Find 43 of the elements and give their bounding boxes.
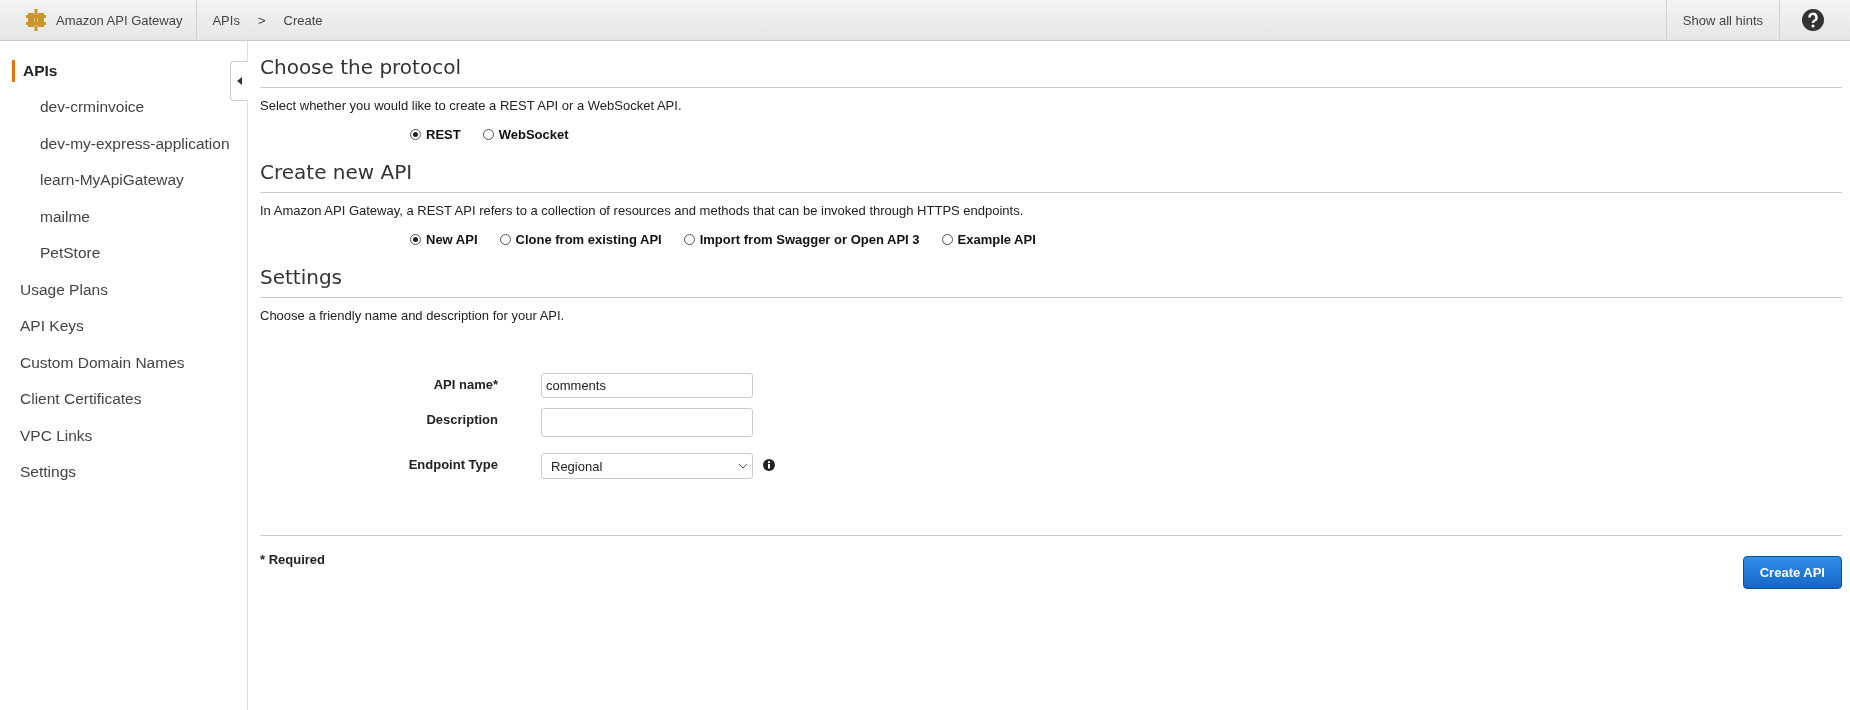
field-label: Endpoint Type bbox=[407, 456, 499, 472]
gateway-logo-icon bbox=[26, 9, 46, 31]
sidebar-item[interactable]: learn-MyApiGateway bbox=[0, 162, 247, 199]
sidebar-item[interactable]: Settings bbox=[0, 454, 247, 491]
section-heading: Settings bbox=[260, 261, 1842, 298]
endpoint-select[interactable]: Regional bbox=[541, 453, 753, 479]
chevron-down-icon bbox=[738, 463, 748, 469]
breadcrumb: > bbox=[257, 12, 266, 28]
radio-option[interactable]: Example API bbox=[941, 232, 1036, 247]
section-description: In Amazon API Gateway, a REST API refers to a collection of resources and methods that can be invoked through HTTPS endpoints. bbox=[260, 203, 1025, 218]
section-heading: Choose the protocol bbox=[260, 51, 1842, 88]
input-field[interactable] bbox=[541, 408, 753, 437]
radio-option[interactable]: REST bbox=[410, 127, 461, 142]
sidebar-item[interactable]: dev-crminvoice bbox=[0, 89, 247, 126]
service-name: Amazon API Gateway bbox=[56, 12, 183, 28]
section-description: Choose a friendly name and description for your API. bbox=[260, 308, 566, 323]
sidebar-item[interactable]: Custom Domain Names bbox=[0, 344, 247, 381]
collapse-arrow-icon bbox=[237, 77, 242, 85]
show-hints-button[interactable]: Show all hints bbox=[1665, 0, 1779, 40]
radio-option[interactable]: Import from Swagger or Open API 3 bbox=[683, 232, 920, 247]
radio-option[interactable]: New API bbox=[410, 232, 478, 247]
radio-option[interactable]: Clone from existing API bbox=[499, 232, 662, 247]
required-note: * Required bbox=[260, 552, 325, 567]
sidebar-item[interactable]: Client Certificates bbox=[0, 381, 247, 418]
sidebar-item[interactable]: Usage Plans bbox=[0, 271, 247, 308]
breadcrumb: Create bbox=[283, 12, 323, 28]
help-icon[interactable] bbox=[1802, 9, 1824, 31]
info-icon[interactable] bbox=[763, 459, 775, 471]
sidebar-item[interactable]: PetStore bbox=[0, 235, 247, 272]
field-label: API name* bbox=[432, 376, 499, 392]
section-heading: Create new API bbox=[260, 156, 1842, 193]
field-label: Description bbox=[425, 411, 499, 427]
section-description: Select whether you would like to create a REST API or a WebSocket API. bbox=[260, 98, 683, 113]
sidebar-item[interactable]: VPC Links bbox=[0, 417, 247, 454]
input-field[interactable]: comments bbox=[541, 373, 753, 398]
sidebar-item[interactable]: API Keys bbox=[0, 308, 247, 345]
collapse-button[interactable] bbox=[230, 61, 248, 101]
sidebar-item[interactable]: APIs bbox=[12, 60, 207, 82]
create-api-button[interactable]: Create API bbox=[1742, 556, 1842, 589]
radio-option[interactable]: WebSocket bbox=[482, 127, 569, 142]
breadcrumb[interactable]: APIs bbox=[212, 12, 240, 28]
sidebar-item[interactable]: mailme bbox=[0, 198, 247, 235]
sidebar-item[interactable]: dev-my-express-application bbox=[0, 125, 247, 162]
